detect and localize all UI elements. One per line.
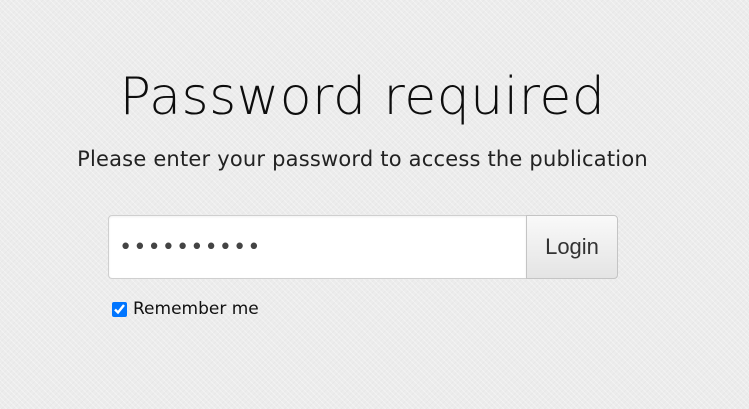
login-form: Login — [108, 215, 618, 279]
remember-me-checkbox[interactable] — [112, 301, 127, 317]
page-subtitle: Please enter your password to access the… — [77, 147, 648, 171]
remember-me-option[interactable]: Remember me — [112, 298, 259, 320]
remember-me-label: Remember me — [133, 299, 259, 319]
login-button[interactable]: Login — [526, 215, 618, 279]
password-input[interactable] — [108, 215, 526, 279]
page-title: Password required — [119, 67, 606, 127]
